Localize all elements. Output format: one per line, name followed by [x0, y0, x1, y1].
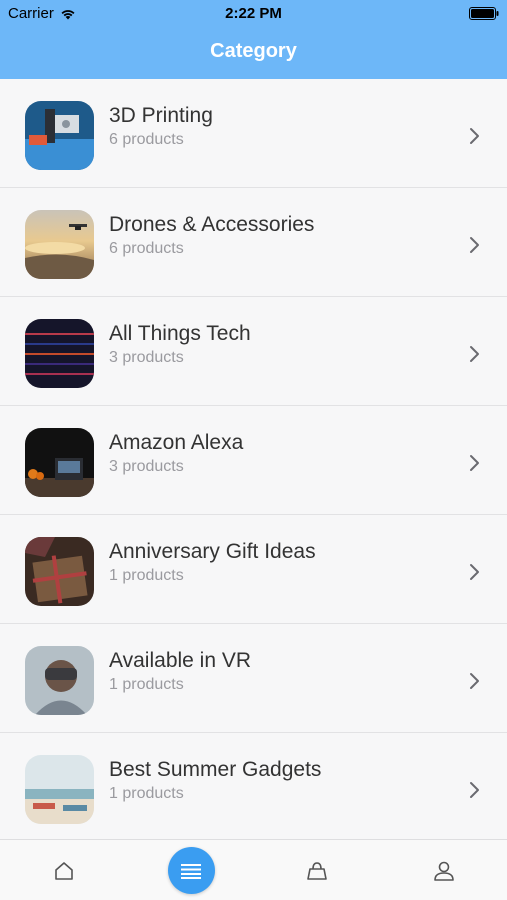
- chevron-right-icon: [470, 782, 479, 798]
- chevron-right-icon: [470, 564, 479, 580]
- tab-categories[interactable]: [166, 840, 216, 900]
- category-title: 3D Printing: [109, 104, 213, 127]
- category-row-drones[interactable]: Drones & Accessories 6 products: [0, 188, 507, 297]
- battery-icon: [469, 7, 499, 20]
- nav-bar: Carrier 2:22 PM Category: [0, 0, 507, 79]
- category-product-count: 1 products: [109, 785, 184, 802]
- category-title: All Things Tech: [109, 322, 251, 345]
- category-title: Drones & Accessories: [109, 213, 315, 236]
- user-icon: [434, 861, 454, 881]
- category-thumbnail: [25, 101, 94, 170]
- category-thumbnail: [25, 646, 94, 715]
- category-thumbnail: [25, 210, 94, 279]
- category-product-count: 1 products: [109, 567, 184, 584]
- category-thumbnail: [25, 428, 94, 497]
- chevron-right-icon: [470, 128, 479, 144]
- category-product-count: 3 products: [109, 349, 184, 366]
- category-thumbnail: [25, 319, 94, 388]
- status-bar: Carrier 2:22 PM: [0, 0, 507, 26]
- chevron-right-icon: [470, 673, 479, 689]
- tab-bar: [0, 839, 507, 900]
- status-time: 2:22 PM: [225, 5, 282, 22]
- category-product-count: 1 products: [109, 676, 184, 693]
- category-row-all-things-tech[interactable]: All Things Tech 3 products: [0, 297, 507, 406]
- chevron-right-icon: [470, 237, 479, 253]
- page-title: Category: [210, 40, 297, 62]
- chevron-right-icon: [470, 346, 479, 362]
- category-thumbnail: [25, 755, 94, 824]
- home-icon: [55, 861, 73, 880]
- category-title: Best Summer Gadgets: [109, 758, 322, 781]
- chevron-right-icon: [470, 455, 479, 471]
- list-icon: [181, 863, 201, 879]
- category-product-count: 6 products: [109, 131, 184, 148]
- category-title: Anniversary Gift Ideas: [109, 540, 316, 563]
- category-row-available-in-vr[interactable]: Available in VR 1 products: [0, 624, 507, 733]
- category-row-3d-printing[interactable]: 3D Printing 6 products: [0, 79, 507, 188]
- category-row-anniversary-gift-ideas[interactable]: Anniversary Gift Ideas 1 products: [0, 515, 507, 624]
- category-row-best-summer-gadgets[interactable]: Best Summer Gadgets 1 products: [0, 733, 507, 842]
- category-title: Available in VR: [109, 649, 252, 672]
- tab-home[interactable]: [39, 840, 89, 900]
- bag-icon: [307, 861, 327, 880]
- category-list: 3D Printing 6 products Drones & Accessor…: [0, 79, 507, 842]
- tab-profile[interactable]: [419, 840, 469, 900]
- category-thumbnail: [25, 537, 94, 606]
- category-product-count: 3 products: [109, 458, 184, 475]
- category-row-amazon-alexa[interactable]: Amazon Alexa 3 products: [0, 406, 507, 515]
- tab-cart[interactable]: [292, 840, 342, 900]
- category-product-count: 6 products: [109, 240, 184, 257]
- category-title: Amazon Alexa: [109, 431, 244, 454]
